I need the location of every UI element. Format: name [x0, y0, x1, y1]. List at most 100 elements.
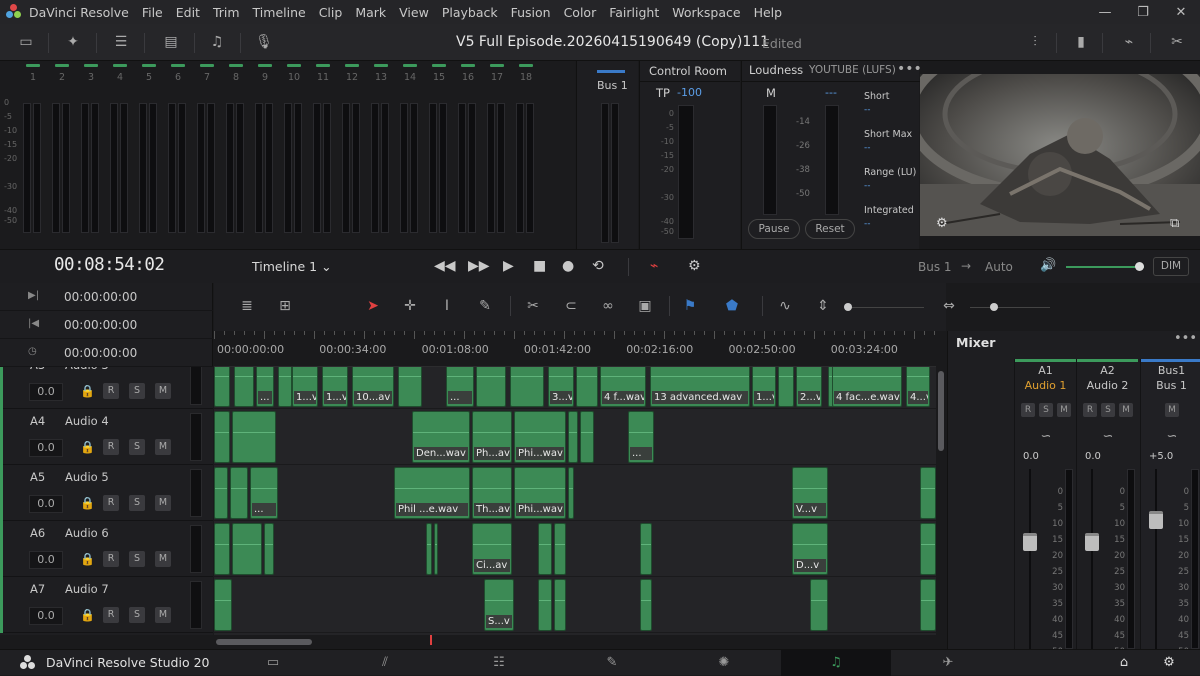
audio-clip[interactable]: ... [256, 367, 274, 407]
audio-clip[interactable] [426, 523, 432, 575]
audio-clip[interactable]: 1...v [292, 367, 318, 407]
audio-clip[interactable] [576, 367, 598, 407]
flag-icon[interactable]: ⬟ [721, 296, 743, 316]
audio-clip[interactable] [810, 579, 828, 631]
audio-clip[interactable]: Den...wav [412, 411, 470, 463]
audio-clip[interactable]: Phil ...e.wav [394, 467, 470, 519]
minimize-icon[interactable]: — [1086, 5, 1124, 20]
audio-clip[interactable]: 4...v [906, 367, 930, 407]
track-name[interactable]: Audio 4 [65, 414, 109, 428]
vertical-scrollbar[interactable] [936, 367, 946, 635]
solo-button[interactable]: S [129, 495, 145, 511]
more-options-icon[interactable]: ••• [897, 61, 922, 77]
track-volume[interactable]: 0.0 [29, 495, 63, 513]
output-mode[interactable]: Auto [985, 260, 1013, 274]
fader-knob[interactable] [1023, 533, 1037, 551]
edit-page-icon[interactable]: ☷ [488, 653, 510, 673]
solo-button[interactable]: S [129, 551, 145, 567]
edit-selection-icon[interactable]: Ⅰ [436, 296, 458, 316]
track-header-a4[interactable]: A4 Audio 4 0.0 🔒 R S M [0, 409, 213, 465]
audio-clip[interactable]: D...v [792, 523, 828, 575]
audio-clip[interactable]: ... [446, 367, 474, 407]
strip-name[interactable]: Bus 1 [1141, 379, 1200, 392]
strip-solo-button[interactable]: S [1039, 403, 1053, 417]
audio-clip[interactable] [214, 523, 230, 575]
viewer-pip-icon[interactable]: ⧉ [1170, 216, 1179, 231]
timeline-ruler[interactable]: 00:00:00:00 00:00:34:00 00:01:08:00 00:01:4… [214, 331, 936, 367]
audio-clip[interactable] [568, 411, 578, 463]
track-volume[interactable]: 0.0 [29, 383, 63, 401]
stop-icon[interactable]: ■ [533, 258, 546, 274]
automation-icon[interactable]: ⌁ [650, 258, 658, 274]
audio-clip[interactable] [510, 367, 544, 407]
eq-curve-icon[interactable]: ∽ [1015, 429, 1077, 444]
audio-clip[interactable] [214, 579, 232, 631]
strip-gain[interactable]: 0.0 [1023, 451, 1039, 462]
record-arm-button[interactable]: R [103, 495, 119, 511]
audio-clip[interactable] [920, 579, 936, 631]
audio-clip[interactable] [278, 367, 292, 407]
audio-clip[interactable]: 13 advanced.wav [650, 367, 750, 407]
strip-record-button[interactable]: R [1083, 403, 1097, 417]
auto-select-icon[interactable]: ▣ [634, 296, 656, 316]
solo-button[interactable]: S [129, 383, 145, 399]
record-arm-button[interactable]: R [103, 607, 119, 623]
media-pool-icon[interactable]: ▭ [15, 32, 37, 52]
play-icon[interactable]: ▶ [503, 258, 514, 274]
audio-clip[interactable] [554, 579, 566, 631]
audio-clip[interactable]: 1...v [752, 367, 776, 407]
audio-clip[interactable] [476, 367, 506, 407]
track-header-a6[interactable]: A6 Audio 6 0.0 🔒 R S M [0, 521, 213, 577]
vertical-zoom-slider[interactable] [844, 303, 924, 311]
menu-fairlight[interactable]: Fairlight [609, 5, 659, 20]
cut-page-icon[interactable]: ⫽ [374, 653, 396, 673]
reset-button[interactable]: Reset [805, 219, 855, 239]
menu-file[interactable]: File [142, 5, 163, 20]
track-name[interactable]: Audio 3 [65, 367, 109, 372]
fader-track[interactable] [1091, 469, 1093, 649]
media-page-icon[interactable]: ▭ [262, 653, 284, 673]
audio-clip[interactable]: 4 fac...e.wav [832, 367, 902, 407]
horizontal-zoom-slider[interactable] [970, 303, 1050, 311]
monitor-volume-slider[interactable] [1066, 262, 1144, 271]
pause-button[interactable]: Pause [748, 219, 800, 239]
track-volume[interactable]: 0.0 [29, 551, 63, 569]
mute-button[interactable]: M [155, 551, 171, 567]
audio-clip[interactable] [580, 411, 594, 463]
menu-fusion[interactable]: Fusion [511, 5, 551, 20]
audio-clip[interactable]: V...v [792, 467, 828, 519]
waveform-zoom-icon[interactable]: ∿ [774, 296, 796, 316]
strip-name[interactable]: Audio 2 [1077, 379, 1138, 392]
track-volume[interactable]: 0.0 [29, 439, 63, 457]
track-name[interactable]: Audio 7 [65, 582, 109, 596]
audio-clip[interactable]: 10...av [352, 367, 394, 407]
audio-clip[interactable] [214, 411, 230, 463]
horizontal-scrollbar[interactable] [214, 635, 946, 649]
audio-clip[interactable]: ... [250, 467, 278, 519]
pointer-icon[interactable]: ➤ [362, 296, 384, 316]
loop-icon[interactable]: ⟲ [592, 258, 604, 274]
settings-icon[interactable]: ⚙ [1158, 653, 1180, 673]
effects-icon[interactable]: ✦ [62, 32, 84, 52]
mute-button[interactable]: M [155, 439, 171, 455]
fusion-page-icon[interactable]: ✎ [601, 653, 623, 673]
grid-icon[interactable]: ⊞ [274, 296, 296, 316]
track-name[interactable]: Audio 6 [65, 526, 109, 540]
track-header-a7[interactable]: A7 Audio 7 0.0 🔒 R S M [0, 577, 213, 633]
close-icon[interactable]: ✕ [1162, 5, 1200, 20]
dim-button[interactable]: DIM [1153, 257, 1189, 276]
vertical-zoom-icon[interactable]: ⇕ [812, 296, 834, 316]
meters-icon[interactable]: ▮ [1070, 32, 1092, 52]
record-arm-button[interactable]: R [103, 383, 119, 399]
metadata-icon[interactable]: ⌁ [1118, 32, 1140, 52]
menu-clip[interactable]: Clip [319, 5, 343, 20]
track-name[interactable]: Audio 5 [65, 470, 109, 484]
menu-playback[interactable]: Playback [442, 5, 498, 20]
deliver-page-icon[interactable]: ✈ [937, 653, 959, 673]
eq-curve-icon[interactable]: ∽ [1077, 429, 1139, 444]
record-arm-button[interactable]: R [103, 439, 119, 455]
audio-clip[interactable]: 2...v [796, 367, 822, 407]
index-icon[interactable]: ☰ [110, 32, 132, 52]
audio-clip[interactable] [640, 523, 652, 575]
audio-clip[interactable] [232, 411, 276, 463]
